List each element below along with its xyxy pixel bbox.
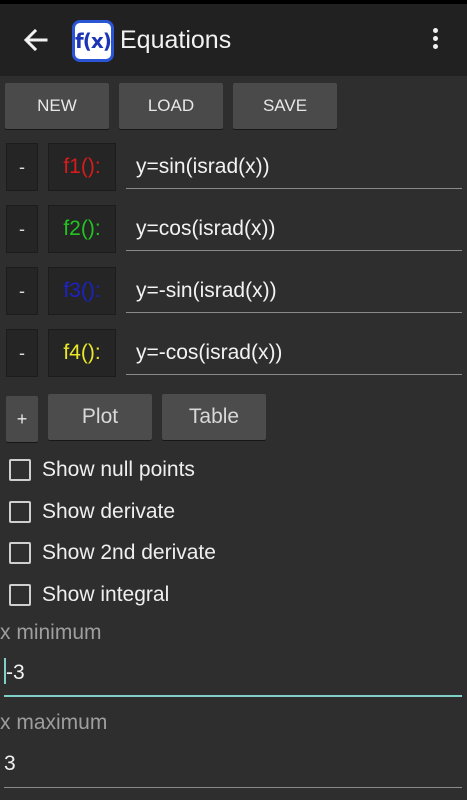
x-maximum-value: 3 bbox=[4, 752, 16, 775]
equation-input[interactable]: y=sin(israd(x)) bbox=[126, 149, 462, 189]
arrow-left-icon bbox=[23, 28, 48, 52]
option-label: Show 2nd derivate bbox=[42, 541, 216, 564]
checkbox[interactable] bbox=[9, 459, 31, 481]
table-button[interactable]: Table bbox=[162, 394, 266, 440]
option-label: Show null points bbox=[42, 458, 195, 481]
equation-input[interactable]: y=cos(israd(x)) bbox=[126, 211, 462, 251]
option-label: Show derivate bbox=[42, 500, 176, 523]
page-title: Equations bbox=[120, 26, 232, 54]
x-maximum-input[interactable]: 3 bbox=[4, 744, 462, 788]
checkbox[interactable] bbox=[9, 501, 31, 523]
option-label: Show integral bbox=[42, 583, 170, 606]
text-cursor bbox=[4, 658, 6, 685]
plot-button[interactable]: Plot bbox=[48, 394, 152, 440]
back-button[interactable] bbox=[22, 26, 50, 54]
app-bar: f(x) Equations bbox=[0, 4, 467, 76]
remove-function-button[interactable]: - bbox=[6, 143, 38, 191]
x-maximum-label: x maximum bbox=[0, 711, 108, 734]
remove-function-button[interactable]: - bbox=[6, 205, 38, 253]
more-vertical-icon bbox=[424, 28, 446, 49]
checkbox[interactable] bbox=[9, 542, 31, 564]
checkbox[interactable] bbox=[9, 584, 31, 606]
show-derivate-option[interactable]: Show derivate bbox=[9, 497, 175, 527]
remove-function-button[interactable]: - bbox=[6, 267, 38, 315]
save-button[interactable]: SAVE bbox=[233, 83, 337, 129]
overflow-menu-button[interactable] bbox=[424, 26, 446, 56]
load-button[interactable]: LOAD bbox=[119, 83, 223, 129]
x-minimum-input[interactable]: -3 bbox=[4, 653, 462, 697]
equation-input[interactable]: y=-cos(israd(x)) bbox=[126, 335, 462, 375]
remove-function-button[interactable]: - bbox=[6, 329, 38, 377]
show-null-points-option[interactable]: Show null points bbox=[9, 455, 195, 485]
show-integral-option[interactable]: Show integral bbox=[9, 580, 169, 610]
new-button[interactable]: NEW bbox=[5, 83, 109, 129]
show-2nd-derivate-option[interactable]: Show 2nd derivate bbox=[9, 538, 216, 568]
function-name-label[interactable]: f4(): bbox=[48, 329, 116, 377]
equation-input[interactable]: y=-sin(israd(x)) bbox=[126, 273, 462, 313]
function-name-label[interactable]: f1(): bbox=[48, 143, 116, 191]
function-name-label[interactable]: f2(): bbox=[48, 205, 116, 253]
add-function-button[interactable]: + bbox=[6, 396, 38, 442]
x-minimum-value: -3 bbox=[6, 661, 25, 684]
x-minimum-label: x minimum bbox=[0, 621, 102, 644]
app-logo: f(x) bbox=[72, 20, 114, 62]
function-name-label[interactable]: f3(): bbox=[48, 267, 116, 315]
